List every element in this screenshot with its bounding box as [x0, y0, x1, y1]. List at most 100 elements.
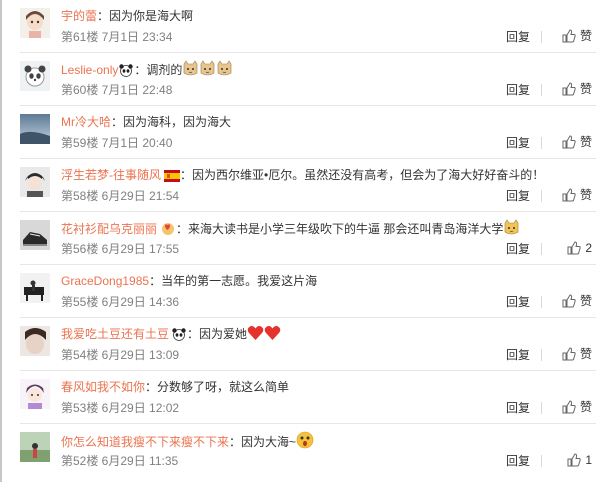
- cat-face-icon: [199, 60, 216, 82]
- like-label: 赞: [579, 294, 592, 308]
- thumbs-up-icon: [562, 29, 576, 43]
- reply-button[interactable]: 回复: [506, 453, 530, 469]
- username-link[interactable]: 春风如我不如你: [61, 380, 145, 394]
- cat-face-icon: [503, 219, 520, 241]
- like-button[interactable]: 赞: [562, 398, 592, 416]
- username-link[interactable]: Leslie-only: [61, 63, 118, 77]
- avatar[interactable]: [20, 220, 50, 250]
- like-label: 赞: [579, 347, 592, 361]
- comment-text-line: Leslie-only ：调剂的: [61, 60, 233, 78]
- like-label: 赞: [579, 400, 592, 414]
- avatar[interactable]: [20, 167, 50, 197]
- comment-text-line: 浮生若梦-往事随风 ：因为西尔维亚•厄尔。虽然还没有高考，但会为了海大好好奋斗的！: [61, 166, 544, 184]
- comment-body: 来海大读书是小学三年级吹下的牛逼 那会还叫青岛海洋大学: [188, 222, 504, 236]
- like-button[interactable]: 赞: [562, 345, 592, 363]
- comment-text-line: 你怎么知道我瘦不下来瘦不下来：因为大海~: [61, 431, 314, 449]
- like-button[interactable]: 赞: [562, 292, 592, 310]
- avatar[interactable]: [20, 326, 50, 356]
- comment-text-line: 我爱吃土豆还有土豆 ：因为爱她: [61, 325, 281, 343]
- avatar[interactable]: [20, 379, 50, 409]
- like-button[interactable]: 1: [567, 451, 592, 469]
- like-button[interactable]: 赞: [562, 80, 592, 98]
- reply-button[interactable]: 回复: [506, 188, 530, 204]
- comment-meta: 第54楼 6月29日 13:09: [61, 348, 180, 362]
- thumbs-up-icon: [562, 82, 576, 96]
- comment-meta: 第53楼 6月29日 12:02: [61, 401, 180, 415]
- reply-button[interactable]: 回复: [506, 400, 530, 416]
- avatar[interactable]: [20, 8, 50, 38]
- like-label: 赞: [579, 188, 592, 202]
- red-heart-icon: [247, 325, 264, 346]
- reply-button[interactable]: 回复: [506, 294, 530, 310]
- username-link[interactable]: 浮生若梦-往事随风: [61, 168, 161, 182]
- comment-text-line: GraceDong1985：当年的第一志愿。我爱这片海: [61, 272, 317, 290]
- comment-text-line: 春风如我不如你：分数够了呀，就这么简单: [61, 378, 289, 396]
- like-button[interactable]: 赞: [562, 27, 592, 45]
- reply-button[interactable]: 回复: [506, 82, 530, 98]
- avatar[interactable]: [20, 114, 50, 144]
- thumbs-up-icon: [562, 135, 576, 149]
- like-count: 1: [585, 453, 592, 467]
- comment-body: 因为西尔维亚•厄尔。虽然还没有高考，但会为了海大好好奋斗的！: [192, 168, 545, 182]
- divider: [541, 402, 542, 414]
- divider: [541, 243, 542, 255]
- comment-item: 宇的蕾：因为你是海大啊 第61楼 7月1日 23:34 回复 赞: [14, 0, 600, 53]
- username-link[interactable]: GraceDong1985: [61, 274, 149, 288]
- reply-button[interactable]: 回复: [506, 135, 530, 151]
- reply-button[interactable]: 回复: [506, 347, 530, 363]
- comment-body: 因为你是海大啊: [109, 9, 194, 23]
- divider: [541, 84, 542, 96]
- spain-flag-icon: [164, 169, 180, 187]
- divider: [541, 190, 542, 202]
- comment-text-line: 宇的蕾：因为你是海大啊: [61, 7, 193, 25]
- comment-meta: 第55楼 6月29日 14:36: [61, 295, 180, 309]
- reply-button[interactable]: 回复: [506, 241, 530, 257]
- comment-meta: 第58楼 6月29日 21:54: [61, 189, 180, 203]
- colon: ：: [187, 327, 200, 341]
- like-count: 2: [585, 241, 592, 255]
- colon: ：: [149, 274, 162, 288]
- cat-face-icon: [216, 60, 233, 82]
- reply-button[interactable]: 回复: [506, 29, 530, 45]
- surprised-face-icon: [296, 431, 314, 454]
- like-label: 赞: [579, 29, 592, 43]
- divider: [541, 349, 542, 361]
- username-link[interactable]: 我爱吃土豆还有土豆: [61, 327, 169, 341]
- username-link[interactable]: Mr冷大哈: [61, 115, 111, 129]
- username-link[interactable]: 宇的蕾: [61, 9, 97, 23]
- comment-meta: 第60楼 7月1日 22:48: [61, 83, 173, 97]
- divider: [541, 137, 542, 149]
- thumbs-up-icon: [562, 347, 576, 361]
- username-link[interactable]: 你怎么知道我瘦不下来瘦不下来: [61, 435, 229, 449]
- comment-meta: 第52楼 6月29日 11:35: [61, 454, 179, 468]
- colon: ：: [145, 380, 158, 394]
- comment-body: 调剂的: [146, 63, 183, 77]
- thumbs-up-icon: [562, 294, 576, 308]
- comment-text-line: Mr冷大哈：因为海科，因为海大: [61, 113, 231, 131]
- like-label: 赞: [579, 82, 592, 96]
- avatar[interactable]: [20, 432, 50, 462]
- colon: ：: [229, 435, 242, 449]
- comment-item: 春风如我不如你：分数够了呀，就这么简单 第53楼 6月29日 12:02 回复 …: [14, 371, 600, 424]
- comment-item: 我爱吃土豆还有土豆 ：因为爱她 第54楼 6月29日 13:09 回复 赞: [14, 318, 600, 371]
- thumbs-up-icon: [562, 400, 576, 414]
- comment-body: 因为大海~: [241, 435, 297, 449]
- username-link[interactable]: 花衬衫配乌克丽丽: [61, 222, 157, 236]
- comment-body: 因为海科，因为海大: [123, 115, 232, 129]
- like-label: 赞: [579, 135, 592, 149]
- colon: ：: [180, 168, 193, 182]
- comment-meta: 第56楼 6月29日 17:55: [61, 242, 180, 256]
- avatar[interactable]: [20, 273, 50, 303]
- comment-item: 你怎么知道我瘦不下来瘦不下来：因为大海~ 第52楼 6月29日 11:35 回复…: [14, 424, 600, 477]
- left-border: [0, 0, 2, 482]
- red-heart-icon: [264, 325, 281, 346]
- avatar[interactable]: [20, 61, 50, 91]
- like-button[interactable]: 赞: [562, 186, 592, 204]
- panda-icon: [171, 327, 187, 346]
- thumbs-up-icon: [567, 453, 581, 467]
- comment-meta: 第59楼 7月1日 20:40: [61, 136, 173, 150]
- comment-body: 当年的第一志愿。我爱这片海: [161, 274, 318, 288]
- like-button[interactable]: 赞: [562, 133, 592, 151]
- divider: [541, 296, 542, 308]
- like-button[interactable]: 2: [567, 239, 592, 257]
